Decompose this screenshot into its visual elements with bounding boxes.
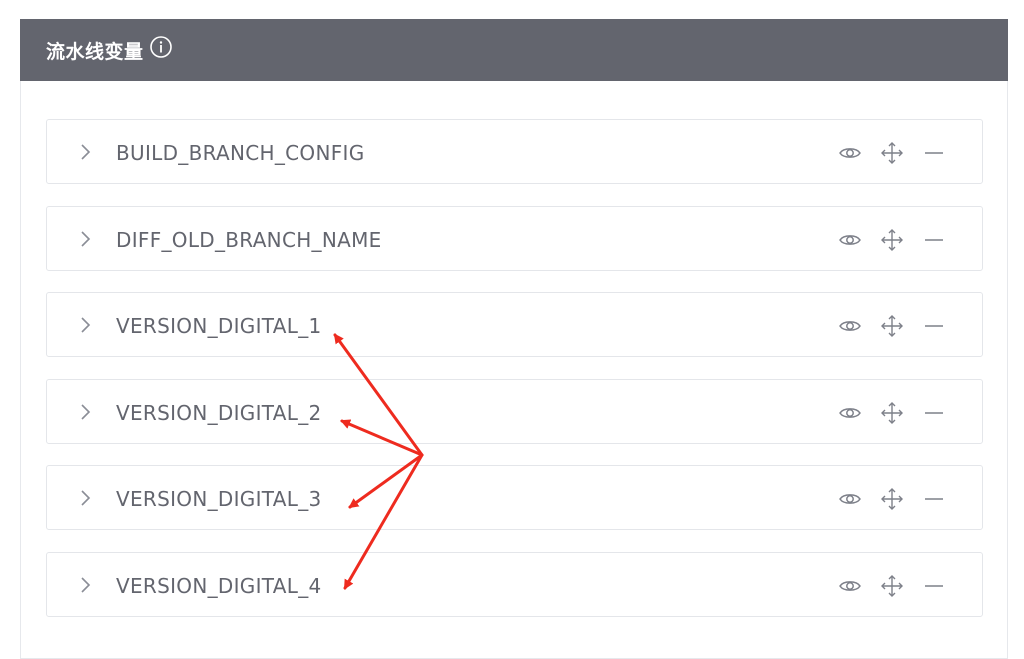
minus-icon[interactable]: [922, 574, 946, 598]
variable-row[interactable]: VERSION_DIGITAL_3: [46, 465, 983, 530]
chevron-right-icon[interactable]: [75, 402, 95, 422]
variable-row[interactable]: VERSION_DIGITAL_4: [46, 552, 983, 617]
info-circle-icon[interactable]: [149, 35, 173, 59]
variable-name: DIFF_OLD_BRANCH_NAME: [116, 228, 382, 252]
variable-name: VERSION_DIGITAL_2: [116, 401, 322, 425]
variable-row[interactable]: BUILD_BRANCH_CONFIG: [46, 119, 983, 184]
move-icon[interactable]: [880, 228, 904, 252]
chevron-right-icon[interactable]: [75, 142, 95, 162]
minus-icon[interactable]: [922, 228, 946, 252]
eye-icon[interactable]: [838, 141, 862, 165]
move-icon[interactable]: [880, 487, 904, 511]
chevron-right-icon[interactable]: [75, 315, 95, 335]
chevron-right-icon[interactable]: [75, 575, 95, 595]
eye-icon[interactable]: [838, 574, 862, 598]
move-icon[interactable]: [880, 574, 904, 598]
variable-name: VERSION_DIGITAL_3: [116, 487, 322, 511]
move-icon[interactable]: [880, 314, 904, 338]
minus-icon[interactable]: [922, 314, 946, 338]
move-icon[interactable]: [880, 141, 904, 165]
minus-icon[interactable]: [922, 401, 946, 425]
chevron-right-icon[interactable]: [75, 229, 95, 249]
variable-name: VERSION_DIGITAL_4: [116, 574, 322, 598]
minus-icon[interactable]: [922, 141, 946, 165]
variable-name: BUILD_BRANCH_CONFIG: [116, 141, 365, 165]
eye-icon[interactable]: [838, 228, 862, 252]
variable-row[interactable]: DIFF_OLD_BRANCH_NAME: [46, 206, 983, 271]
eye-icon[interactable]: [838, 314, 862, 338]
panel-title: 流水线变量: [46, 40, 144, 63]
move-icon[interactable]: [880, 401, 904, 425]
chevron-right-icon[interactable]: [75, 488, 95, 508]
minus-icon[interactable]: [922, 487, 946, 511]
panel-header: 流水线变量: [20, 19, 1008, 81]
variable-row[interactable]: VERSION_DIGITAL_1: [46, 292, 983, 357]
eye-icon[interactable]: [838, 487, 862, 511]
eye-icon[interactable]: [838, 401, 862, 425]
variable-row[interactable]: VERSION_DIGITAL_2: [46, 379, 983, 444]
variable-name: VERSION_DIGITAL_1: [116, 314, 322, 338]
